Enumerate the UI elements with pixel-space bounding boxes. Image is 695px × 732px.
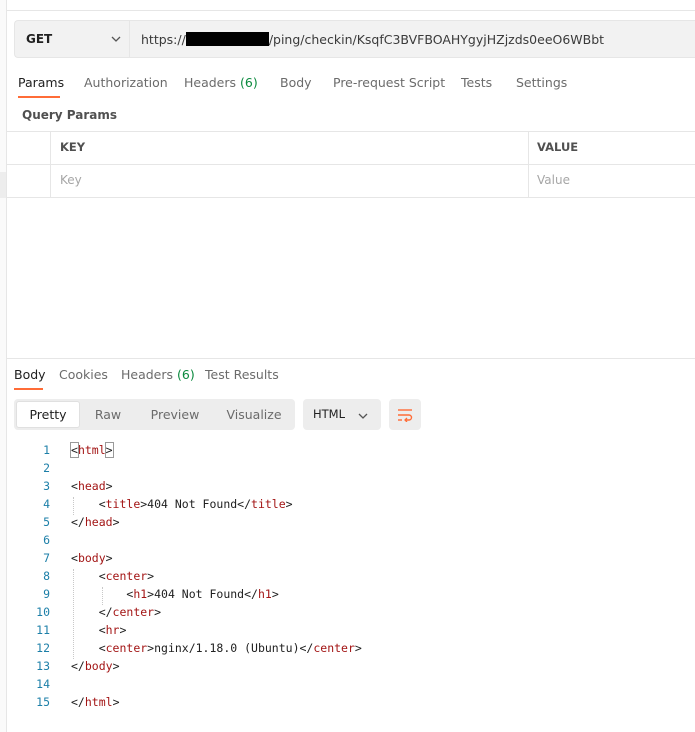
code-text: <center>nginx/1.18.0 (Ubuntu)</center> bbox=[71, 641, 362, 655]
code-line: 4 <title>404 Not Found</title> bbox=[0, 495, 695, 513]
code-line: 5 </head> bbox=[0, 513, 695, 531]
url-input[interactable]: https:// /ping/checkin/KsqfC3BVFBOAHYgyjH… bbox=[129, 20, 695, 58]
line-number: 6 bbox=[43, 533, 50, 547]
line-number: 11 bbox=[36, 623, 50, 637]
key-column-header: KEY bbox=[60, 140, 86, 154]
tab-tests[interactable]: Tests bbox=[461, 75, 492, 90]
view-pretty[interactable]: Pretty bbox=[16, 401, 80, 428]
line-number: 14 bbox=[36, 677, 50, 691]
chevron-down-icon bbox=[111, 36, 121, 42]
line-number: 12 bbox=[36, 641, 50, 655]
tab-cookies[interactable]: Cookies bbox=[59, 367, 108, 382]
format-select[interactable]: HTML bbox=[303, 399, 381, 430]
code-line: 8 <center> bbox=[0, 567, 695, 585]
indent-guide bbox=[102, 587, 103, 605]
line-number: 1 bbox=[43, 443, 50, 457]
table-top-border bbox=[6, 131, 695, 132]
method-label: GET bbox=[26, 32, 53, 46]
table-header-border bbox=[6, 164, 695, 165]
headers-count: (6) bbox=[240, 75, 258, 90]
line-number: 10 bbox=[36, 605, 50, 619]
code-text: <head> bbox=[71, 479, 113, 493]
code-line: 14 bbox=[0, 675, 695, 693]
tab-headers[interactable]: Headers (6) bbox=[184, 75, 258, 90]
code-line: 6 bbox=[0, 531, 695, 549]
code-text: <title>404 Not Found</title> bbox=[71, 497, 293, 511]
indent-guide bbox=[73, 569, 74, 659]
code-text: </body> bbox=[71, 659, 120, 673]
view-preview[interactable]: Preview bbox=[140, 399, 210, 430]
line-number: 15 bbox=[36, 695, 50, 709]
key-input[interactable]: Key bbox=[60, 173, 520, 187]
code-line: 3 <head> bbox=[0, 477, 695, 495]
code-line: 2 bbox=[0, 459, 695, 477]
response-code-editor[interactable]: 1 <html> 2 3 <head> 4 <title>404 Not Found</t… bbox=[0, 441, 695, 711]
tab-pre-request-script[interactable]: Pre-request Script bbox=[333, 75, 445, 90]
value-column-header: VALUE bbox=[537, 140, 579, 154]
value-input[interactable]: Value bbox=[537, 173, 687, 187]
tab-body[interactable]: Body bbox=[280, 75, 312, 90]
active-tab-indicator bbox=[18, 96, 60, 98]
line-number: 2 bbox=[43, 461, 50, 475]
tab-settings[interactable]: Settings bbox=[516, 75, 567, 90]
tab-response-headers[interactable]: Headers (6) bbox=[121, 367, 195, 382]
line-number: 13 bbox=[36, 659, 50, 673]
code-line: 7 <body> bbox=[0, 549, 695, 567]
line-number: 9 bbox=[43, 587, 50, 601]
code-line: 15 </html> bbox=[0, 693, 695, 711]
code-line: 11 <hr> bbox=[0, 621, 695, 639]
row-drag-handle[interactable] bbox=[0, 172, 6, 198]
headers-count: (6) bbox=[177, 367, 195, 382]
code-line: 9 <h1>404 Not Found</h1> bbox=[0, 585, 695, 603]
line-number: 4 bbox=[43, 497, 50, 511]
wrap-lines-button[interactable] bbox=[389, 399, 421, 430]
redacted-host bbox=[185, 32, 269, 46]
code-line: 12 <center>nginx/1.18.0 (Ubuntu)</center… bbox=[0, 639, 695, 657]
table-column-divider bbox=[528, 131, 529, 197]
wrap-lines-icon bbox=[398, 408, 413, 422]
query-params-title: Query Params bbox=[22, 108, 118, 122]
active-tab-indicator bbox=[14, 388, 43, 390]
url-path: /ping/checkin/KsqfC3BVFBOAHYgyjHZjzds0ee… bbox=[268, 31, 605, 47]
indent-guide bbox=[73, 497, 74, 515]
code-line: 1 <html> bbox=[0, 441, 695, 459]
method-select[interactable]: GET bbox=[14, 20, 129, 58]
format-label: HTML bbox=[313, 407, 346, 421]
code-text: <body> bbox=[71, 551, 113, 565]
top-divider bbox=[6, 10, 695, 11]
code-text: <center> bbox=[71, 569, 155, 583]
view-raw[interactable]: Raw bbox=[84, 399, 132, 430]
code-line: 10 </center> bbox=[0, 603, 695, 621]
view-visualize[interactable]: Visualize bbox=[218, 399, 290, 430]
table-column-divider bbox=[50, 131, 51, 197]
line-number: 3 bbox=[43, 479, 50, 493]
url-prefix: https:// bbox=[141, 31, 186, 47]
code-text: </center> bbox=[71, 605, 162, 619]
code-text: <hr> bbox=[71, 623, 127, 637]
chevron-down-icon bbox=[358, 413, 368, 419]
tab-params[interactable]: Params bbox=[18, 75, 64, 90]
code-line: 13 </body> bbox=[0, 657, 695, 675]
line-number: 5 bbox=[43, 515, 50, 529]
code-text: <html> bbox=[70, 442, 114, 458]
code-text: </html> bbox=[71, 695, 120, 709]
line-number: 8 bbox=[43, 569, 50, 583]
code-text: </head> bbox=[71, 515, 120, 529]
line-number: 7 bbox=[43, 551, 50, 565]
tab-test-results[interactable]: Test Results bbox=[205, 367, 279, 382]
tab-authorization[interactable]: Authorization bbox=[84, 75, 168, 90]
response-pane-divider[interactable] bbox=[6, 358, 695, 359]
table-bottom-border bbox=[6, 197, 695, 198]
tab-response-body[interactable]: Body bbox=[14, 367, 46, 382]
